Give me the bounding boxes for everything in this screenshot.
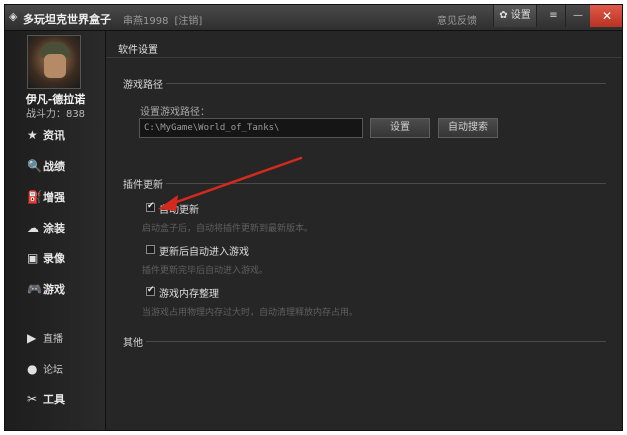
nav-item-label: 战绩 [43, 160, 65, 173]
app-title: 多玩坦克世界盒子 [23, 13, 111, 26]
app-logo-icon: ◈ [9, 10, 18, 23]
nav-item-label: 录像 [43, 252, 65, 265]
settings-button[interactable]: ✿ 设置 [493, 5, 537, 27]
logout-link[interactable]: [注销] [174, 16, 202, 27]
nav-item-game[interactable]: 🎮游戏 [27, 279, 97, 299]
star-icon: ★ [27, 128, 38, 142]
nav-item-label: 工具 [43, 393, 65, 406]
nav-item-label: 增强 [43, 191, 65, 204]
nav-item-tools[interactable]: ✂ 工具 [27, 389, 97, 409]
avatar[interactable] [27, 35, 81, 89]
settings-panel: 软件设置 游戏路径 设置游戏路径： C:\MyGame\World_of_Tan… [106, 31, 622, 430]
sidebar: 伊凡-德拉诺 战斗力：838 ★ 资讯 🔍战绩 ⛽增强 ☁ 涂装 ▣ 录像 🎮游戏 ▶… [5, 31, 106, 430]
chat-icon: ● [27, 362, 38, 376]
enhance-icon: ⛽ [27, 190, 42, 204]
nav-item-forum[interactable]: ● 论坛 [27, 359, 97, 379]
nav-item-record[interactable]: 🔍战绩 [27, 156, 97, 176]
feedback-link[interactable]: 意见反馈 [437, 12, 477, 27]
film-icon: ▣ [27, 251, 39, 265]
nav-item-label: 论坛 [43, 365, 63, 376]
title-bar: ◈ 多玩坦克世界盒子 串燕1998 [注销] 意见反馈 ✿ 设置 ≡ — ✕ [5, 5, 622, 31]
annotation-arrow-icon [158, 156, 303, 211]
arrow-shaft [166, 156, 303, 207]
account-name: 串燕1998 [123, 16, 169, 27]
nav-item-live[interactable]: ▶ 直播 [27, 328, 97, 348]
play-icon: ▶ [27, 331, 37, 345]
nav-item-news[interactable]: ★ 资讯 [27, 125, 97, 145]
menu-icon[interactable]: ≡ [542, 5, 566, 27]
nav-item-label: 直播 [43, 334, 63, 345]
avatar-face [44, 54, 66, 78]
tools-icon: ✂ [27, 392, 38, 406]
search-icon: 🔍 [27, 159, 42, 173]
arrow-head [158, 195, 178, 211]
minimize-icon[interactable]: — [566, 5, 590, 27]
nav-item-enhance[interactable]: ⛽增强 [27, 187, 97, 207]
nav-item-label: 游戏 [43, 283, 65, 296]
app-window: ◈ 多玩坦克世界盒子 串燕1998 [注销] 意见反馈 ✿ 设置 ≡ — ✕ 伊凡… [4, 4, 623, 431]
nav-item-replay[interactable]: ▣ 录像 [27, 248, 97, 268]
combat-power: 战斗力：838 [25, 109, 86, 120]
nav-item-label: 涂装 [43, 222, 65, 235]
nav-item-skin[interactable]: ☁ 涂装 [27, 218, 97, 238]
account-info: 串燕1998 [注销] [123, 12, 202, 27]
paint-icon: ☁ [27, 221, 39, 235]
gamepad-icon: 🎮 [27, 282, 42, 296]
close-icon[interactable]: ✕ [590, 5, 622, 27]
nav-item-label: 资讯 [43, 129, 65, 142]
